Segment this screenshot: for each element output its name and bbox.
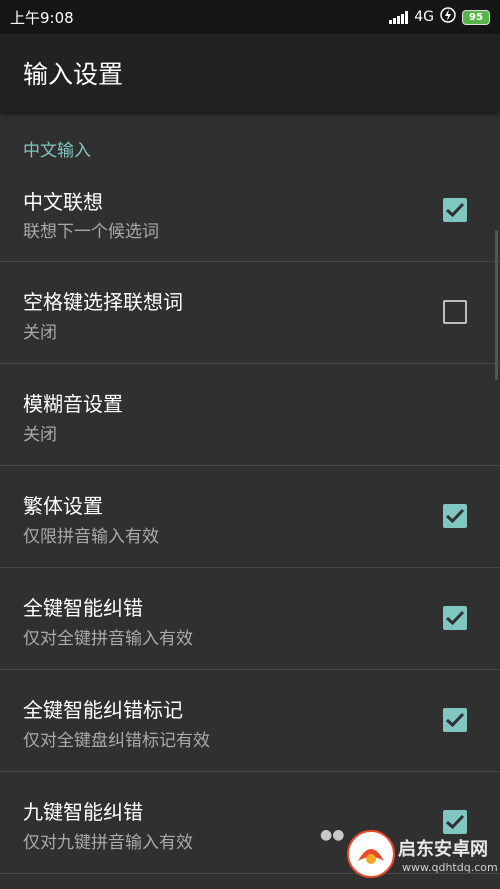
checkbox-unchecked[interactable] (443, 300, 467, 324)
pref-title: 繁体设置 (23, 494, 103, 518)
dots-icon: ●● (320, 827, 345, 843)
status-bar: 上午9:08 4G 95 (0, 0, 500, 34)
pref-title: 全键智能纠错标记 (23, 698, 183, 722)
watermark-url: www.qdhtdq.com (402, 861, 498, 874)
pref-fuzzy-sound[interactable]: 模糊音设置 关闭 (0, 364, 500, 466)
pref-title: 空格键选择联想词 (23, 290, 183, 314)
checkbox-checked[interactable] (443, 198, 467, 222)
checkbox-checked[interactable] (443, 504, 467, 528)
pref-summary: 仅对九键拼音输入有效 (23, 833, 193, 853)
status-time: 上午9:08 (10, 8, 74, 27)
pref-space-select-association[interactable]: 空格键选择联想词 关闭 (0, 262, 500, 364)
watermark: ●● 启东安卓网 www.qdhtdq.com (320, 825, 498, 885)
pref-summary: 联想下一个候选词 (23, 222, 159, 242)
pref-summary: 关闭 (23, 323, 57, 343)
pref-summary: 仅对全键盘纠错标记有效 (23, 731, 210, 751)
settings-list[interactable]: 中文输入 中文联想 联想下一个候选词 空格键选择联想词 关闭 模糊音设置 关闭 … (0, 112, 500, 889)
page-title: 输入设置 (23, 60, 124, 89)
pref-title: 模糊音设置 (23, 392, 123, 416)
check-icon (445, 202, 465, 218)
pref-summary: 仅限拼音输入有效 (23, 527, 159, 547)
watermark-logo-icon (347, 830, 395, 878)
pref-summary: 仅对全键拼音输入有效 (23, 629, 193, 649)
check-icon (445, 610, 465, 626)
screen: 上午9:08 4G 95 输入设置 中文输入 中文联想 联想下一个候选词 空格键… (0, 0, 500, 889)
battery-icon: 95 (462, 9, 490, 25)
pref-chinese-association[interactable]: 中文联想 联想下一个候选词 (0, 160, 500, 262)
check-icon (445, 712, 465, 728)
checkbox-checked[interactable] (443, 708, 467, 732)
battery-level: 95 (469, 11, 483, 23)
signal-icon (389, 10, 409, 24)
network-type: 4G (414, 9, 434, 25)
pref-full-key-correction[interactable]: 全键智能纠错 仅对全键拼音输入有效 (0, 568, 500, 670)
app-bar: 输入设置 (0, 34, 500, 112)
scrollbar[interactable] (495, 230, 498, 380)
pref-title: 全键智能纠错 (23, 596, 143, 620)
section-header: 中文输入 (23, 141, 91, 161)
charging-icon (440, 7, 456, 27)
watermark-text: 启东安卓网 (398, 839, 488, 860)
pref-full-key-correction-mark[interactable]: 全键智能纠错标记 仅对全键盘纠错标记有效 (0, 670, 500, 772)
pref-summary: 关闭 (23, 425, 57, 445)
pref-title: 中文联想 (23, 190, 103, 214)
status-icons: 4G 95 (389, 7, 490, 27)
check-icon (445, 508, 465, 524)
pref-title: 九键智能纠错 (23, 800, 143, 824)
checkbox-checked[interactable] (443, 606, 467, 630)
pref-traditional[interactable]: 繁体设置 仅限拼音输入有效 (0, 466, 500, 568)
